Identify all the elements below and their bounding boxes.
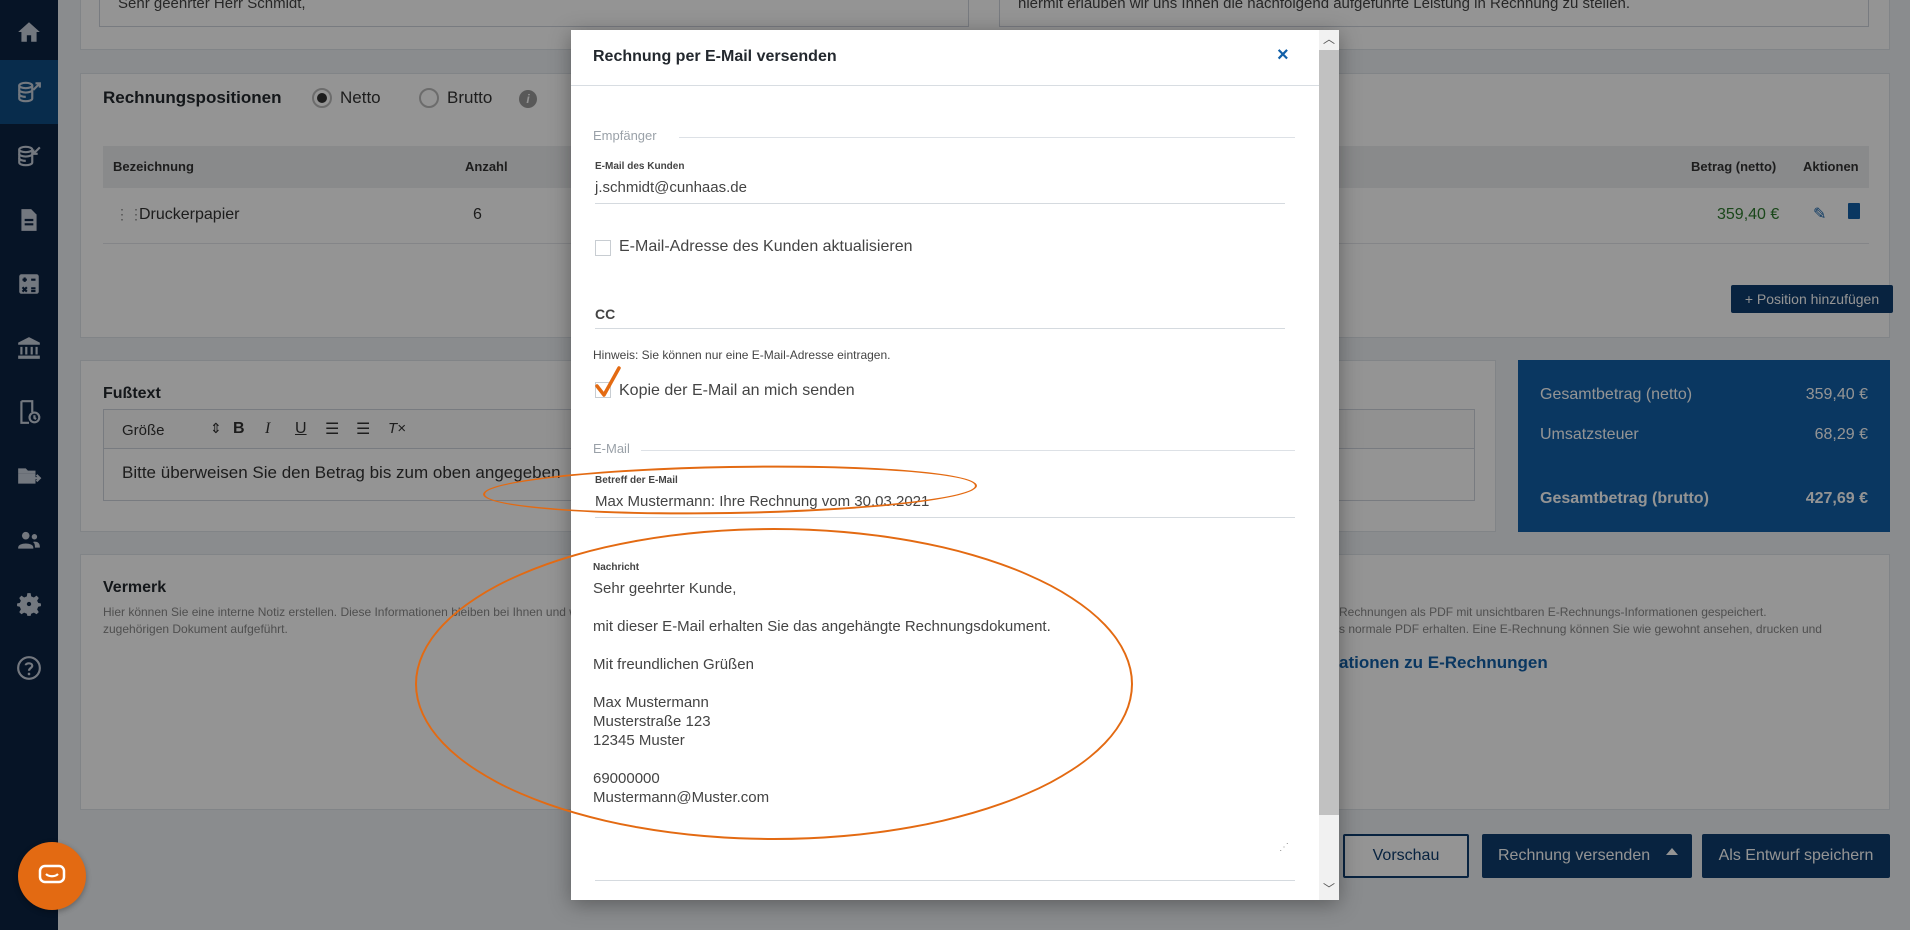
- cc-field[interactable]: CC: [595, 306, 615, 322]
- subject-field[interactable]: Max Mustermann: Ihre Rechnung vom 30.03.…: [595, 493, 929, 510]
- chat-icon: [38, 864, 66, 884]
- message-sender-city: 12345 Muster: [593, 732, 685, 749]
- cc-hint: Hinweis: Sie können nur eine E-Mail-Adre…: [593, 348, 891, 362]
- scrollbar-thumb[interactable]: [1319, 50, 1339, 815]
- send-email-modal: Rechnung per E-Mail versenden × Empfänge…: [571, 30, 1339, 900]
- update-email-label: E-Mail-Adresse des Kunden aktualisieren: [619, 238, 913, 255]
- section-divider: [641, 450, 1295, 451]
- message-sender-street: Musterstraße 123: [593, 713, 711, 730]
- modal-header: Rechnung per E-Mail versenden ×: [571, 30, 1319, 86]
- section-divider: [679, 137, 1295, 138]
- message-sender-phone: 69000000: [593, 770, 660, 787]
- message-sender-name: Max Mustermann: [593, 694, 709, 711]
- update-email-checkbox[interactable]: [595, 240, 611, 256]
- field-underline: [595, 880, 1295, 881]
- chat-button[interactable]: [18, 842, 86, 910]
- field-underline: [595, 517, 1295, 518]
- copy-to-me-label: Kopie der E-Mail an mich senden: [619, 382, 855, 399]
- message-label: Nachricht: [593, 562, 640, 573]
- customer-email-field[interactable]: j.schmidt@cunhaas.de: [595, 179, 747, 196]
- message-closing: Mit freundlichen Grüßen: [593, 656, 754, 673]
- modal-title: Rechnung per E-Mail versenden: [593, 48, 837, 65]
- checkmark-icon: [595, 366, 621, 397]
- message-sender-email: Mustermann@Muster.com: [593, 789, 770, 806]
- message-greeting: Sehr geehrter Kunde,: [593, 580, 737, 597]
- message-textarea[interactable]: Sehr geehrter Kunde, mit dieser E-Mail e…: [593, 578, 1295, 900]
- email-section-label: E-Mail: [593, 441, 630, 456]
- scroll-up-icon[interactable]: ︿: [1319, 30, 1339, 48]
- message-body: mit dieser E-Mail erhalten Sie das angeh…: [593, 618, 1051, 635]
- customer-email-label: E-Mail des Kunden: [595, 161, 685, 172]
- field-underline: [595, 203, 1285, 204]
- recipient-section-label: Empfänger: [593, 128, 657, 143]
- close-icon[interactable]: ×: [1277, 44, 1289, 67]
- scroll-down-icon[interactable]: ﹀: [1319, 880, 1339, 898]
- resize-handle-icon[interactable]: ⋰: [1279, 842, 1289, 853]
- field-underline: [595, 328, 1285, 329]
- subject-label: Betreff der E-Mail: [595, 475, 678, 486]
